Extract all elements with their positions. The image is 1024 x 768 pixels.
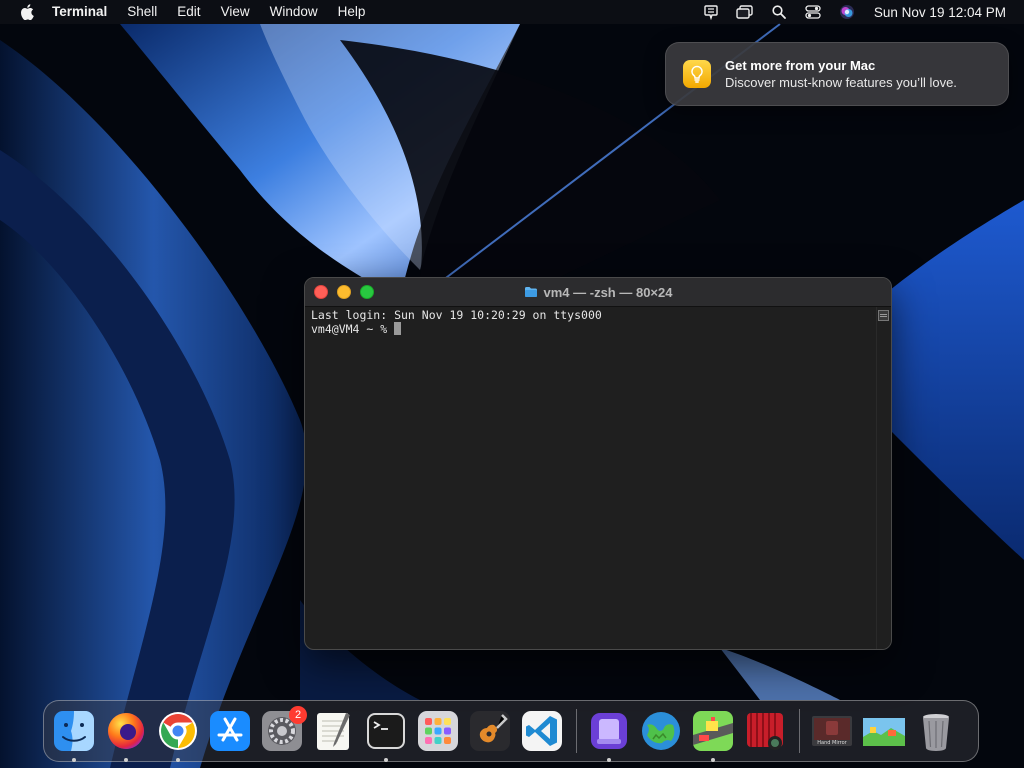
zoom-button[interactable] [360,285,374,299]
dock-simulator[interactable] [587,709,631,762]
terminal-prompt: vm4@VM4 ~ % [311,322,395,336]
finder-icon [54,711,94,751]
running-indicator [711,758,715,762]
menu-edit[interactable]: Edit [167,0,210,24]
running-indicator [124,758,128,762]
dock-firefox[interactable] [104,709,148,762]
app-store-icon [210,711,250,751]
textedit-icon [317,713,350,750]
dock-app-store[interactable] [208,709,252,753]
siri-icon[interactable] [838,3,856,21]
dock-textedit[interactable] [312,709,356,753]
notification-text: Get more from your Mac Discover must-kno… [725,57,957,91]
dock-garageband[interactable] [468,709,512,753]
running-indicator [607,758,611,762]
hand-mirror-icon: Hand Mirror [812,716,852,746]
running-indicator [384,758,388,762]
screen-mirroring-icon[interactable] [736,3,754,21]
notification-body: Discover must-know features you’ll love. [725,75,957,90]
photo-booth-icon [747,713,783,750]
terminal-scrollbar[interactable] [876,307,891,649]
terminal-window[interactable]: vm4 — -zsh — 80×24 Last login: Sun Nov 1… [304,277,892,650]
menu-clock[interactable]: Sun Nov 19 12:04 PM [874,5,1006,20]
menu-shell[interactable]: Shell [117,0,167,24]
dock-launchpad[interactable] [416,709,460,753]
terminal-output[interactable]: Last login: Sun Nov 19 10:20:29 on ttys0… [305,307,877,649]
notification-title: Get more from your Mac [725,58,876,73]
control-center-icon[interactable] [804,3,822,21]
close-button[interactable] [314,285,328,299]
terminal-icon [367,713,405,749]
dock-photo-booth[interactable] [743,709,787,753]
dock-chrome[interactable] [156,709,200,762]
launchpad-icon [418,711,458,751]
firefox-icon [108,713,144,749]
apple-menu-icon[interactable] [16,1,38,23]
simulator-icon [591,713,627,749]
terminal-line: Last login: Sun Nov 19 10:20:29 on ttys0… [311,308,602,322]
running-indicator [72,758,76,762]
dock: 2 Hand Mirror [43,700,979,762]
dock-finder[interactable] [52,709,96,762]
dock-system-settings[interactable]: 2 [260,706,307,753]
running-indicator [176,758,180,762]
menu-window[interactable]: Window [260,0,328,24]
dock-separator [799,709,800,753]
chrome-icon [159,712,197,750]
terminal-prompt-line[interactable]: vm4@VM4 ~ % [311,322,871,336]
dock-terminal[interactable] [364,709,408,762]
guitar-icon [470,711,510,751]
terminal-window-title: vm4 — -zsh — 80×24 [305,278,891,306]
terminal-titlebar[interactable]: vm4 — -zsh — 80×24 [305,278,891,307]
game-thumbnail-icon [863,718,905,746]
trash-icon [923,714,949,751]
globe-icon [642,712,680,750]
menu-app-terminal[interactable]: Terminal [52,0,117,24]
dock-trash[interactable] [914,709,958,753]
terminal-title-text: vm4 — -zsh — 80×24 [543,284,673,300]
vscode-icon [522,711,562,751]
menu-view[interactable]: View [211,0,260,24]
dock-vscode[interactable] [520,709,564,753]
crossy-road-icon [693,711,733,751]
menu-bar: Terminal Shell Edit View Window Help Sun… [0,0,1024,24]
dock-game-thumbnail[interactable] [862,709,906,753]
tips-lightbulb-icon [683,60,711,88]
folder-icon [524,287,537,297]
notification-badge: 2 [289,706,307,724]
menu-help[interactable]: Help [328,0,376,24]
dock-world-app[interactable] [639,709,683,753]
minimize-button[interactable] [337,285,351,299]
spotlight-search-icon[interactable] [770,3,788,21]
hand-mirror-label: Hand Mirror [817,740,847,746]
tips-notification[interactable]: Get more from your Mac Discover must-kno… [665,42,1009,106]
dock-hand-mirror[interactable]: Hand Mirror [810,709,854,753]
dock-separator [576,709,577,753]
split-pane-icon[interactable] [878,310,889,321]
window-controls [314,285,383,299]
dock-crossy-road[interactable] [691,709,735,762]
text-cursor [394,322,402,335]
rewind-icon[interactable] [702,3,720,21]
